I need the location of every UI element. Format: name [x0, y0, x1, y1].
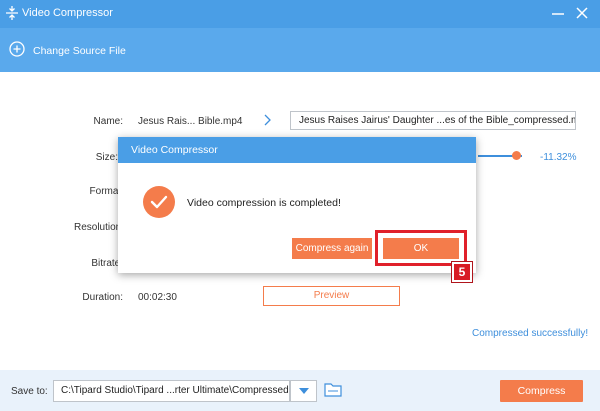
- size-percent: -11.32%: [540, 152, 577, 163]
- ok-highlight-box: [375, 230, 467, 266]
- save-to-label: Save to:: [11, 386, 48, 397]
- minimize-icon[interactable]: [550, 5, 566, 21]
- resolution-label: Resolution:: [73, 222, 124, 233]
- compress-app-icon: [6, 6, 18, 20]
- bitrate-label: Bitrate:: [91, 258, 123, 269]
- folder-icon[interactable]: [323, 381, 343, 399]
- preview-button[interactable]: Preview: [263, 286, 400, 306]
- window-title: Video Compressor: [22, 7, 113, 19]
- compress-button[interactable]: Compress: [500, 380, 583, 402]
- size-slider-handle[interactable]: [512, 151, 521, 160]
- step-number-badge: 5: [452, 262, 472, 282]
- success-check-icon: [143, 186, 175, 218]
- success-message: Compressed successfully!: [472, 328, 589, 339]
- duration-label: Duration:: [82, 292, 123, 303]
- compress-again-button[interactable]: Compress again: [292, 238, 372, 259]
- chevron-down-icon: [299, 388, 309, 394]
- dialog-title: Video Compressor: [131, 144, 218, 156]
- duration-value: 00:02:30: [138, 292, 177, 303]
- add-circle-icon[interactable]: [9, 41, 25, 57]
- path-dropdown-button[interactable]: [290, 380, 317, 402]
- name-label: Name:: [93, 116, 123, 127]
- format-label: Format:: [89, 186, 124, 197]
- dialog-header: Video Compressor: [118, 137, 476, 163]
- source-bar: Change Source File: [0, 28, 600, 72]
- output-name-field[interactable]: Jesus Raises Jairus' Daughter ...es of t…: [290, 111, 576, 130]
- save-path-field[interactable]: C:\Tipard Studio\Tipard ...rter Ultimate…: [53, 380, 290, 402]
- title-bar: Video Compressor: [0, 0, 600, 28]
- source-file-name: Jesus Rais... Bible.mp4: [138, 116, 243, 127]
- close-icon[interactable]: [574, 5, 590, 21]
- change-source-file-button[interactable]: Change Source File: [33, 45, 126, 57]
- dialog-message: Video compression is completed!: [187, 197, 341, 209]
- chevron-right-icon: [264, 114, 271, 126]
- size-label: Size:: [95, 152, 118, 163]
